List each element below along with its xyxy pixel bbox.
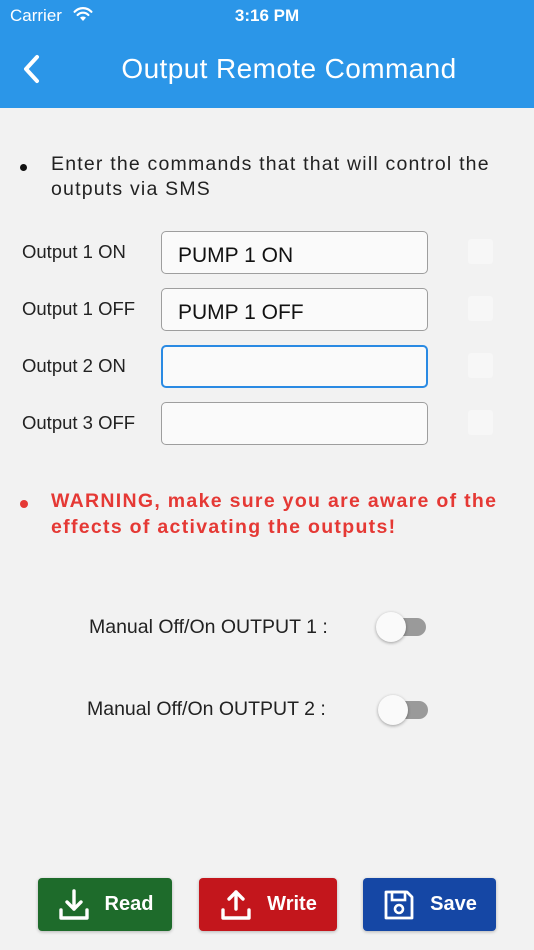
command-row-output-3-off: Output 3 OFF [22,402,502,446]
manual-output-1-switch[interactable] [376,612,428,642]
warning-dot [20,500,28,508]
command-input-output-2-on[interactable] [161,345,428,388]
command-label: Output 1 OFF [22,298,136,319]
warning-text: WARNING, make sure you are aware of the … [51,490,498,538]
status-bar: Carrier 3:16 PM [0,0,534,30]
command-row-output-1-on: Output 1 ON [22,231,502,275]
save-button-label: Save [430,893,477,915]
switch-knob [376,612,406,642]
toggle-label-output-2: Manual Off/On OUTPUT 2 : [87,698,326,720]
read-button[interactable]: Read [38,878,172,931]
read-button-label: Read [104,893,154,915]
command-checkbox[interactable] [468,353,493,378]
toggle-label-output-1: Manual Off/On OUTPUT 1 : [89,616,328,638]
command-checkbox[interactable] [468,410,493,435]
save-button[interactable]: Save [363,878,496,931]
warning-bullet: WARNING, make sure you are aware of the … [20,488,500,540]
command-row-output-1-off: Output 1 OFF [22,288,502,332]
upload-icon [221,889,251,920]
chevron-left-icon[interactable] [18,52,48,86]
info-text: Enter the commands that that will contro… [51,153,490,200]
save-icon [384,890,414,919]
write-button[interactable]: Write [199,878,337,931]
status-time: 3:16 PM [234,6,300,25]
app-bar: Carrier 3:16 PM Output Remote Command [0,0,534,108]
command-input-output-3-off[interactable] [161,402,428,445]
download-icon [58,888,89,920]
command-input-output-1-off[interactable] [161,288,428,331]
page-title: Output Remote Command [121,53,457,84]
manual-output-2-switch[interactable] [378,695,430,725]
command-checkbox[interactable] [468,296,493,321]
command-label: Output 2 ON [22,355,126,376]
command-label: Output 3 OFF [22,412,136,433]
command-label: Output 1 ON [22,241,126,262]
bullet-dot [20,164,27,171]
switch-knob [378,695,408,725]
command-input-output-1-on[interactable] [161,231,428,274]
command-checkbox[interactable] [468,239,493,264]
info-bullet: Enter the commands that that will contro… [20,152,490,202]
command-row-output-2-on: Output 2 ON [22,345,502,389]
write-button-label: Write [267,893,317,915]
